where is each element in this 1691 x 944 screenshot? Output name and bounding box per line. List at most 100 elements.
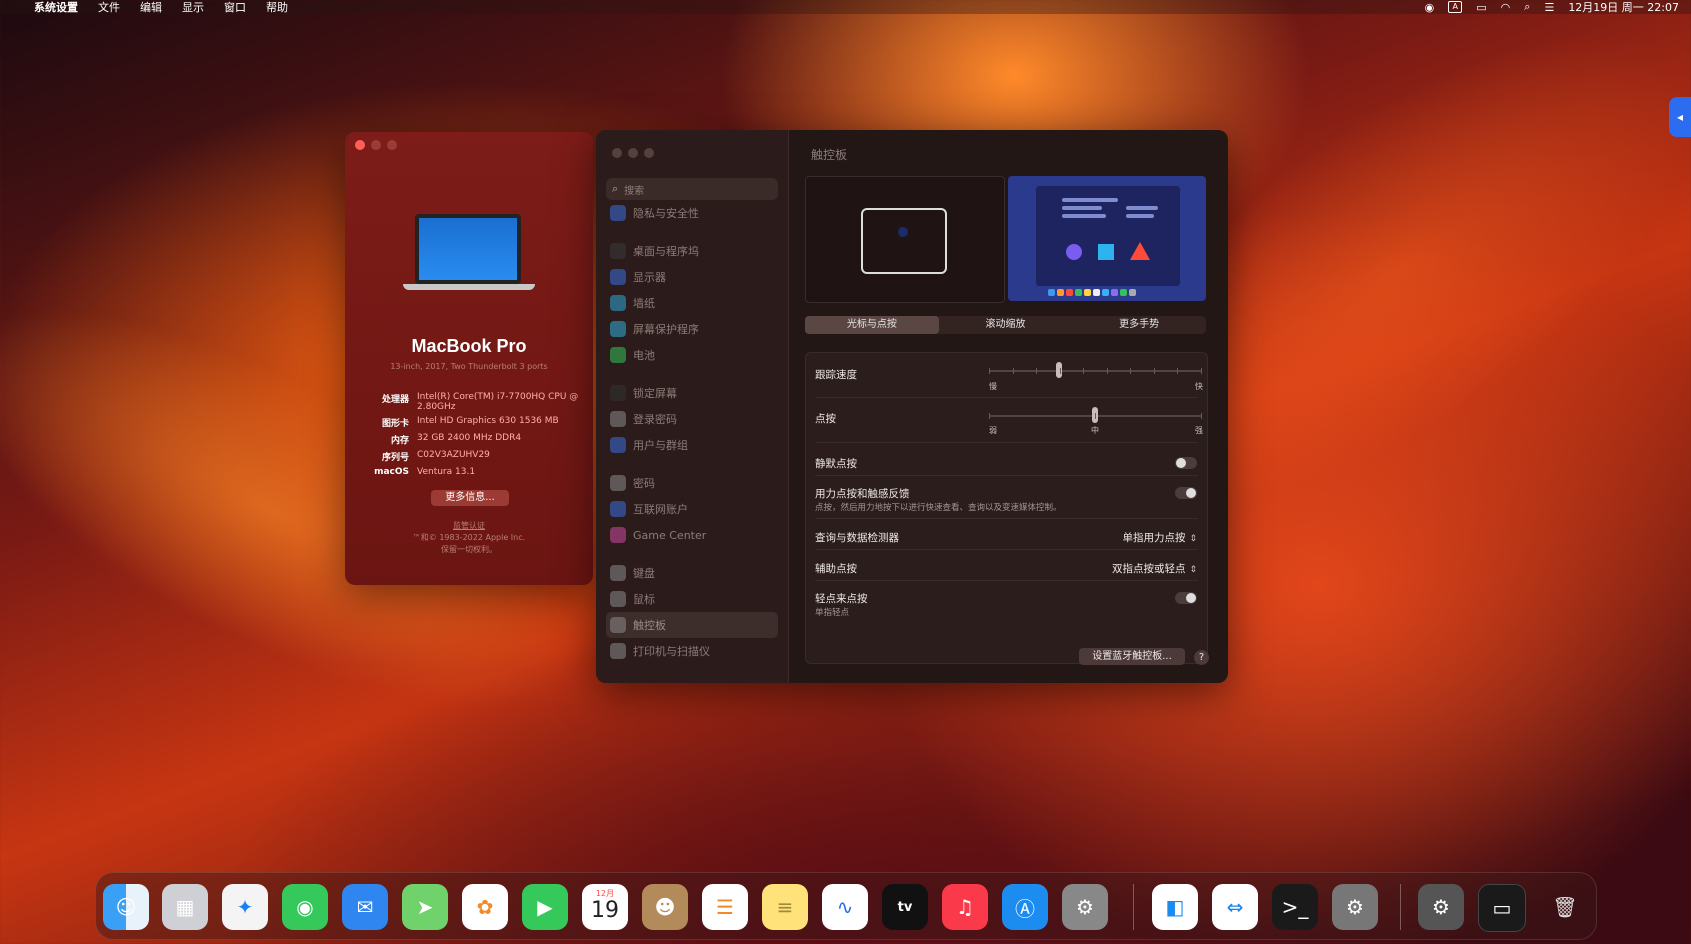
close-button[interactable] [612,148,622,158]
sidebar-item[interactable]: 密码 [606,470,778,496]
sidebar-item[interactable]: 触控板 [606,612,778,638]
sidebar-item[interactable]: 桌面与程序坞 [606,238,778,264]
help-button[interactable]: ? [1194,650,1209,665]
menu-app-name[interactable]: 系统设置 [34,0,78,15]
tracking-speed-slider[interactable] [989,362,1202,378]
mail-icon[interactable]: ✉ [342,884,388,930]
maps-icon[interactable]: ➤ [402,884,448,930]
page-title: 触控板 [811,148,848,162]
sidebar-item-icon [610,205,626,221]
sidebar-item[interactable]: 互联网账户 [606,496,778,522]
input-source-icon[interactable]: A [1448,1,1463,13]
copyright-text: ™和© 1983-2022 Apple Inc. [412,533,526,542]
menu-file[interactable]: 文件 [98,0,120,15]
calendar-day: 19 [591,898,619,923]
maccleaner-icon[interactable]: ◧ [1152,884,1198,930]
app-store-icon[interactable]: Ⓐ [1002,884,1048,930]
regulatory-link[interactable]: 监管认证 [345,520,593,532]
clock[interactable]: 12月19日 周一 22:07 [1568,0,1679,15]
finder-icon[interactable]: ☺ [103,884,149,930]
menu-edit[interactable]: 编辑 [140,0,162,15]
launchpad-icon[interactable]: ▦ [162,884,208,930]
battery-icon[interactable]: ▭ [1476,1,1486,14]
circle-shape [1066,244,1082,260]
minimized-window-icon[interactable]: ▭ [1478,884,1526,932]
sidebar-item[interactable]: 锁定屏幕 [606,380,778,406]
menu-window[interactable]: 窗口 [224,0,246,15]
updown-chevron-icon: ⇕ [1189,534,1197,544]
slider-tick [1153,368,1155,374]
spec-list: 处理器 Intel(R) Core(TM) i7-7700HQ CPU @ 2.8… [353,392,585,481]
spec-key: 序列号 [381,453,409,463]
minimize-button[interactable] [628,148,638,158]
minimize-button[interactable] [371,140,381,150]
click-label: 点按 [815,413,836,425]
system-settings-icon[interactable]: ⚙ [1062,884,1108,930]
contacts-icon[interactable]: ☻ [642,884,688,930]
sidebar-item[interactable]: 电池 [606,342,778,368]
search-input[interactable]: ⌕ 搜索 [606,178,778,200]
sidebar-item[interactable]: Game Center [606,522,778,548]
control-center-icon[interactable]: ☰ [1544,1,1554,14]
spec-key: 处理器 [381,395,409,405]
sidebar-item-icon [610,617,626,633]
freeform-icon[interactable]: ∿ [822,884,868,930]
safari-icon[interactable]: ✦ [222,884,268,930]
terminal-icon[interactable]: >_ [1272,884,1318,930]
close-button[interactable] [355,140,365,150]
slider-tick [1083,368,1085,374]
trackpad-tabs: 光标与点按 滚动缩放 更多手势 [805,316,1206,334]
zoom-button[interactable] [644,148,654,158]
sidebar-item-icon [610,501,626,517]
sidebar-item[interactable]: 登录密码 [606,406,778,432]
settings-minimized-icon[interactable]: ⚙ [1418,884,1464,930]
tab-more-gestures[interactable]: 更多手势 [1072,316,1206,334]
sidebar-item[interactable]: 隐私与安全性 [606,200,778,226]
tab-scroll-zoom[interactable]: 滚动缩放 [939,316,1073,334]
silent-click-toggle[interactable] [1175,457,1197,469]
teamviewer-side-tab[interactable]: ◂ [1669,97,1691,137]
slider-tick [1036,368,1038,374]
tab-point-click[interactable]: 光标与点按 [805,316,939,334]
lookup-select[interactable]: 单指用力点按 ⇕ [1122,530,1197,545]
click-pressure-slider[interactable] [989,407,1202,423]
tap-to-click-note: 单指轻点 [815,608,850,618]
spotlight-icon[interactable]: ⌕ [1524,0,1530,14]
trash-icon[interactable]: 🗑 [1542,884,1588,930]
sidebar-item[interactable]: 屏幕保护程序 [606,316,778,342]
system-preferences-icon[interactable]: ⚙ [1332,884,1378,930]
zoom-button[interactable] [387,140,397,150]
slider-tick [1177,368,1179,374]
sidebar-item[interactable]: 键盘 [606,560,778,586]
system-settings-window: ⌕ 搜索 隐私与安全性 桌面与程序坞 显示器 墙纸 屏幕保护程序电池锁定屏幕 登录密码 用户… [596,130,1228,683]
tap-to-click-toggle[interactable] [1175,592,1197,604]
screen-record-icon[interactable]: ◉ [1425,1,1435,14]
wifi-icon[interactable]: ◠ [1501,1,1511,14]
messages-icon[interactable]: ◉ [282,884,328,930]
reminders-icon[interactable]: ☰ [702,884,748,930]
force-click-toggle[interactable] [1175,487,1197,499]
music-icon[interactable]: ♫ [942,884,988,930]
spec-row: 图形卡 Intel HD Graphics 630 1536 MB [353,416,585,429]
sidebar-item[interactable]: 墙纸 [606,290,778,316]
photos-icon[interactable]: ✿ [462,884,508,930]
sidebar-item-label: 电池 [633,349,655,362]
secondary-click-select[interactable]: 双指点按或轻点 ⇕ [1112,561,1197,576]
calendar-icon[interactable]: 12月 19 [582,884,628,930]
notes-icon[interactable]: ≡ [762,884,808,930]
teamviewer-icon[interactable]: ⇔ [1212,884,1258,930]
sidebar-item[interactable]: 用户与群组 [606,432,778,458]
setup-bluetooth-trackpad-button[interactable]: 设置蓝牙触控板... [1079,648,1185,665]
more-info-button[interactable]: 更多信息... [431,490,509,506]
sidebar-item[interactable]: 鼠标 [606,586,778,612]
sidebar-item[interactable]: 打印机与扫描仪 [606,638,778,664]
trackpad-preview-image [805,176,1005,303]
apple-tv-icon[interactable]: tv [882,884,928,930]
facetime-icon[interactable]: ▶ [522,884,568,930]
menu-help[interactable]: 帮助 [266,0,288,15]
sidebar-item[interactable]: 显示器 [606,264,778,290]
sidebar-item-label: 密码 [633,477,655,490]
slider-max-label: 强 [1195,426,1203,435]
menu-view[interactable]: 显示 [182,0,204,15]
sidebar-item-icon [610,591,626,607]
